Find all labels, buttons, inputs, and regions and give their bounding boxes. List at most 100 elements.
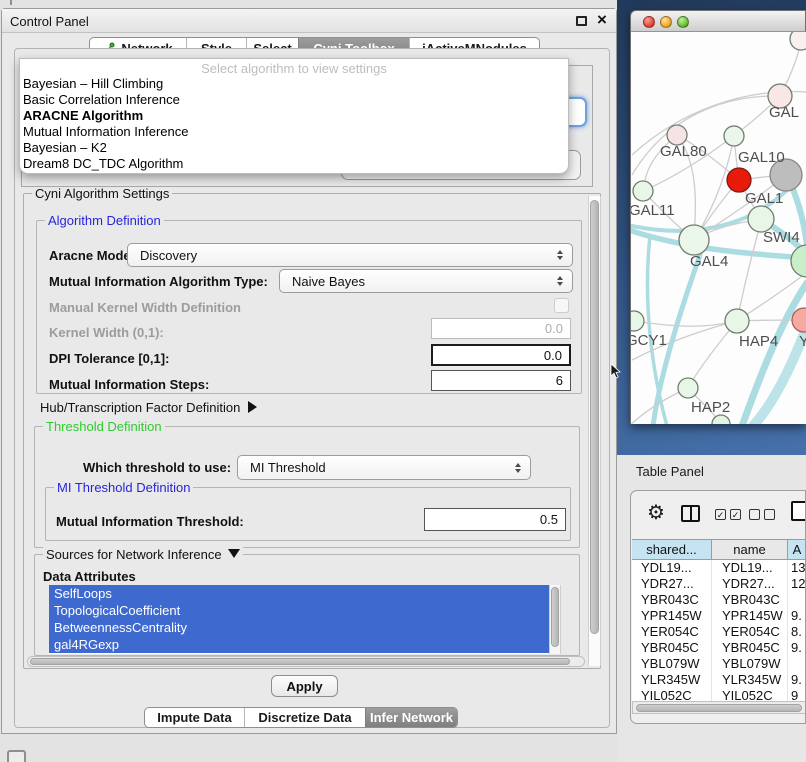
- unselect-all-columns-icon[interactable]: [749, 509, 775, 520]
- list-item-selected[interactable]: BetweennessCentrality: [49, 619, 549, 636]
- manual-kernel-checkbox[interactable]: [554, 298, 569, 313]
- cell-name: YLR345W: [712, 672, 788, 688]
- tab-impute-data[interactable]: Impute Data: [145, 708, 244, 727]
- tab-infer-network[interactable]: Infer Network: [365, 708, 457, 727]
- node-label: GCY1: [630, 332, 667, 349]
- mi-steps-label: Mutual Information Steps:: [49, 377, 209, 392]
- node-gal10[interactable]: [724, 126, 744, 146]
- network-canvas[interactable]: GAL GAL80 GAL10 GAL1 GAL11 SWI4 GAL4 GCY…: [630, 32, 806, 424]
- new-table-icon[interactable]: [791, 501, 806, 521]
- table-panel-title: Table Panel: [636, 464, 704, 479]
- network-graph: [631, 32, 806, 424]
- dpi-tolerance-input[interactable]: [431, 344, 571, 366]
- dropdown-item[interactable]: Mutual Information Inference: [20, 124, 568, 140]
- node-gal4[interactable]: [679, 225, 709, 255]
- cell-value: 9.: [788, 672, 806, 688]
- kernel-width-input[interactable]: [431, 318, 571, 339]
- table-row[interactable]: YBR043CYBR043C: [632, 592, 806, 608]
- top-edge-mark: [10, 0, 12, 5]
- float-window-icon[interactable]: [576, 16, 587, 26]
- table-row[interactable]: YDR27...YDR27...12: [632, 576, 806, 592]
- node-label: SWI4: [763, 229, 800, 246]
- dropdown-item[interactable]: Bayesian – K2: [20, 140, 568, 156]
- table-row[interactable]: YDL19...YDL19...13: [632, 560, 806, 576]
- hub-factor-section-toggle[interactable]: Hub/Transcription Factor Definition: [40, 400, 257, 415]
- table-header-row: shared... name A: [632, 539, 806, 560]
- cyni-settings-title: Cyni Algorithm Settings: [32, 186, 172, 201]
- cell-shared: YIL052C: [632, 688, 712, 701]
- close-traffic-light-icon[interactable]: [643, 16, 655, 28]
- node-label: GAL80: [660, 143, 707, 160]
- cell-value: 9.: [788, 640, 806, 656]
- gear-icon[interactable]: ⚙: [647, 503, 665, 523]
- table-panel: Table Panel ⚙ ✓✓ shared... name A YDL19.…: [617, 455, 806, 762]
- list-item-selected[interactable]: TopologicalCoefficient: [49, 602, 549, 619]
- cell-shared: YDL19...: [632, 560, 712, 576]
- cell-value: 12: [788, 576, 806, 592]
- network-window-titlebar[interactable]: [630, 10, 806, 32]
- table-row[interactable]: YER054CYER054C8.: [632, 624, 806, 640]
- list-item-selected[interactable]: SelfLoops: [49, 585, 549, 602]
- column-header-partial[interactable]: A: [788, 539, 806, 560]
- dropdown-item[interactable]: Basic Correlation Inference: [20, 92, 568, 108]
- node-swi4[interactable]: [791, 245, 806, 277]
- table-row[interactable]: YIL052CYIL052C9: [632, 688, 806, 701]
- cell-value: [788, 592, 806, 608]
- tab-discretize-data[interactable]: Discretize Data: [244, 708, 365, 727]
- mi-threshold-input[interactable]: [424, 508, 566, 531]
- table-row[interactable]: YBL079WYBL079W: [632, 656, 806, 672]
- table-row[interactable]: YBR045CYBR045C9.: [632, 640, 806, 656]
- node-hap4[interactable]: [725, 309, 749, 333]
- select-all-columns-icon[interactable]: ✓✓: [715, 509, 741, 520]
- dropdown-item[interactable]: Bayesian – Hill Climbing: [20, 76, 568, 92]
- algorithm-definition-title: Algorithm Definition: [45, 213, 164, 228]
- table-rows: YDL19...YDL19...13 YDR27...YDR27...12 YB…: [632, 560, 806, 701]
- node-salmon[interactable]: [792, 308, 806, 332]
- network-edges-teal: [632, 189, 806, 424]
- table-row[interactable]: YLR345WYLR345W9.: [632, 672, 806, 688]
- list-item-selected[interactable]: gal4RGexp: [49, 636, 549, 653]
- settings-vertical-scrollbar[interactable]: [588, 196, 601, 666]
- cell-name: YIL052C: [712, 688, 788, 701]
- hub-factor-label: Hub/Transcription Factor Definition: [40, 400, 240, 415]
- cell-shared: YBR043C: [632, 592, 712, 608]
- dropdown-item[interactable]: Dream8 DC_TDC Algorithm: [20, 156, 568, 172]
- control-panel-titlebar: Control Panel ×: [2, 9, 616, 33]
- node-hap2[interactable]: [678, 378, 698, 398]
- manual-kernel-label: Manual Kernel Width Definition: [49, 300, 241, 315]
- corner-widget-icon[interactable]: [7, 750, 26, 762]
- apply-button-label: Apply: [286, 679, 322, 694]
- show-columns-icon[interactable]: [681, 505, 700, 522]
- cell-value: 8.: [788, 624, 806, 640]
- tab-infer-network-label: Infer Network: [370, 710, 453, 725]
- column-header-shared[interactable]: shared...: [632, 539, 712, 560]
- node-gal11[interactable]: [633, 181, 653, 201]
- sources-title[interactable]: Sources for Network Inference: [43, 547, 243, 562]
- settings-horizontal-scrollbar[interactable]: [27, 656, 585, 667]
- cell-shared: YBL079W: [632, 656, 712, 672]
- minimize-traffic-light-icon[interactable]: [660, 16, 672, 28]
- node-gcy1[interactable]: [631, 311, 644, 331]
- mi-steps-input[interactable]: [431, 370, 571, 391]
- node-gal80[interactable]: [667, 125, 687, 145]
- aracne-mode-combobox[interactable]: Discovery: [127, 243, 573, 267]
- attributes-list-scrollbar[interactable]: [549, 585, 561, 654]
- node-unlabeled[interactable]: [790, 32, 806, 50]
- zoom-traffic-light-icon[interactable]: [677, 16, 689, 28]
- table-row[interactable]: YPR145WYPR145W9.: [632, 608, 806, 624]
- dropdown-item-selected[interactable]: ARACNE Algorithm: [20, 108, 568, 124]
- which-threshold-combobox[interactable]: MI Threshold: [237, 455, 531, 480]
- mouse-cursor: [610, 364, 622, 379]
- expanded-arrow-icon: [228, 549, 240, 558]
- which-threshold-label: Which threshold to use:: [83, 460, 231, 475]
- apply-button[interactable]: Apply: [271, 675, 338, 697]
- network-view-window: GAL GAL80 GAL10 GAL1 GAL11 SWI4 GAL4 GCY…: [630, 10, 806, 424]
- collapsed-arrow-icon: [248, 401, 257, 413]
- table-horizontal-scrollbar[interactable]: [632, 701, 806, 714]
- cell-shared: YDR27...: [632, 576, 712, 592]
- cell-shared: YLR345W: [632, 672, 712, 688]
- close-icon[interactable]: ×: [597, 10, 607, 30]
- column-header-name[interactable]: name: [712, 539, 788, 560]
- mi-type-combobox[interactable]: Naive Bayes: [279, 269, 573, 293]
- node-red-selected[interactable]: [727, 168, 751, 192]
